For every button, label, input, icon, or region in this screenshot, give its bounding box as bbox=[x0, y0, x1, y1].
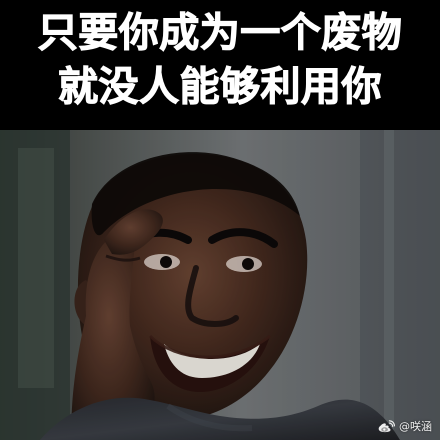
photo-vignette bbox=[0, 130, 440, 440]
caption-line-2: 就没人能够利用你 bbox=[58, 64, 383, 111]
caption-line-1: 只要你成为一个废物 bbox=[37, 10, 403, 57]
caption-banner: 只要你成为一个废物 就没人能够利用你 bbox=[0, 0, 440, 130]
watermark-handle: @咲涵 bbox=[399, 420, 432, 433]
weibo-logo-icon bbox=[378, 420, 395, 433]
photo-illustration bbox=[0, 130, 440, 440]
meme-image: 只要你成为一个废物 就没人能够利用你 @咲涵 bbox=[0, 0, 440, 440]
watermark: @咲涵 bbox=[377, 420, 432, 434]
meme-photo bbox=[0, 130, 440, 440]
